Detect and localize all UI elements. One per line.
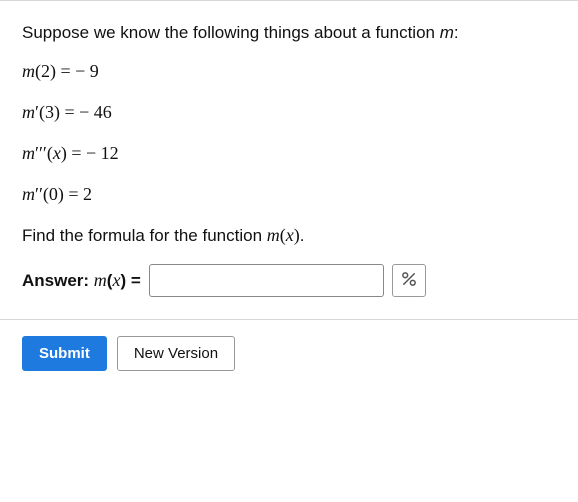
- eq2-rp: ): [54, 102, 60, 122]
- find-post: .: [300, 226, 305, 245]
- equation-3: m′′′(x) = − 12: [22, 143, 556, 164]
- eq2-arg: 3: [45, 102, 54, 122]
- answer-row: Answer: m(x) =: [22, 264, 556, 297]
- answer-label-fn: m: [94, 270, 107, 290]
- eq3-arg: x: [53, 143, 61, 163]
- eq1-arg: 2: [41, 61, 50, 81]
- answer-label: Answer: m(x) =: [22, 270, 141, 291]
- answer-input[interactable]: [149, 264, 384, 297]
- answer-eq-sign: =: [126, 271, 141, 290]
- eq4-primes: ′′: [35, 184, 43, 204]
- eq2-fn: m: [22, 102, 35, 122]
- eq1-rhs: − 9: [75, 61, 99, 81]
- eq3-fn: m: [22, 143, 35, 163]
- equation-2: m′(3) = − 46: [22, 102, 556, 123]
- answer-label-arg: x: [112, 270, 120, 290]
- equation-editor-button[interactable]: [392, 264, 426, 297]
- eq1-rp: ): [50, 61, 56, 81]
- eq4-rp: ): [58, 184, 64, 204]
- intro-fn: m: [440, 23, 454, 42]
- find-arg: x: [286, 225, 294, 245]
- eq4-rhs: 2: [83, 184, 92, 204]
- eq3-rhs: − 12: [86, 143, 119, 163]
- find-fn: m: [267, 225, 280, 245]
- intro-text-post: :: [454, 23, 459, 42]
- eq1-fn: m: [22, 61, 35, 81]
- answer-label-pre: Answer:: [22, 271, 94, 290]
- submit-button[interactable]: Submit: [22, 336, 107, 371]
- question-panel: Suppose we know the following things abo…: [0, 0, 578, 297]
- find-pre: Find the formula for the function: [22, 226, 267, 245]
- equation-editor-icon: [400, 270, 418, 291]
- footer-actions: Submit New Version: [0, 319, 578, 393]
- eq4-arg: 0: [49, 184, 58, 204]
- find-prompt: Find the formula for the function m(x).: [22, 225, 556, 246]
- question-intro: Suppose we know the following things abo…: [22, 23, 556, 43]
- eq4-fn: m: [22, 184, 35, 204]
- equation-4: m′′(0) = 2: [22, 184, 556, 205]
- new-version-button[interactable]: New Version: [117, 336, 235, 371]
- eq2-rhs: − 46: [79, 102, 112, 122]
- equation-1: m(2) = − 9: [22, 61, 556, 82]
- eq3-primes: ′′′: [35, 143, 47, 163]
- eq3-rp: ): [61, 143, 67, 163]
- intro-text-pre: Suppose we know the following things abo…: [22, 23, 440, 42]
